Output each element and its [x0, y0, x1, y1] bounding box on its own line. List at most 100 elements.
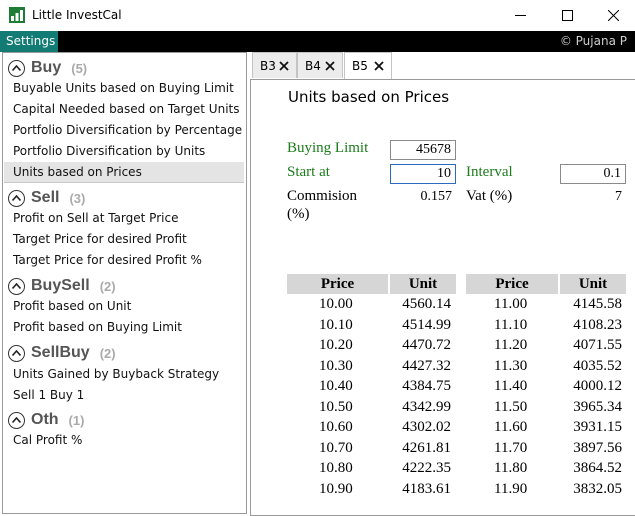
price-cell: 10.70 [319, 439, 353, 456]
settings-menu[interactable]: Settings [0, 31, 58, 52]
price-cell: 10.40 [319, 378, 353, 394]
vat-value: 7 [615, 189, 622, 204]
unit-cell: 4071.55 [573, 337, 622, 353]
price-cell: 11.90 [494, 480, 528, 497]
unit-cell: 4560.14 [402, 296, 451, 312]
unit-cell: 3864.52 [573, 460, 622, 476]
close-tab-icon[interactable] [279, 61, 289, 71]
collapse-icon [8, 189, 25, 207]
buying-limit-input[interactable] [390, 140, 456, 160]
section-header-buy[interactable]: Buy (5) [8, 57, 87, 79]
start-at-input[interactable] [390, 164, 456, 184]
sidebar-item-target-price-profit-percent[interactable]: Target Price for desired Profit % [4, 250, 244, 271]
unit-cell: 4108.23 [573, 316, 622, 333]
price-header-right: Price [466, 274, 558, 294]
maximize-button[interactable] [544, 0, 590, 31]
unit-header-left: Unit [390, 274, 456, 294]
section-count: (1) [68, 412, 85, 428]
price-cell: 10.30 [319, 357, 353, 374]
unit-cell: 4222.35 [402, 460, 451, 476]
sidebar-item-sell1-buy1[interactable]: Sell 1 Buy 1 [4, 385, 244, 406]
tab-label: B3 [260, 58, 276, 73]
sidebar-item-cal-profit-percent[interactable]: Cal Profit % [4, 430, 244, 451]
price-cell: 11.50 [494, 398, 528, 415]
unit-header-right: Unit [560, 274, 626, 294]
unit-cell: 4384.75 [402, 378, 451, 394]
unit-cell: 3832.05 [573, 480, 622, 497]
unit-cell: 4183.61 [402, 480, 451, 497]
price-cell: 11.00 [494, 296, 528, 312]
section-header-sell[interactable]: Sell (3) [8, 187, 85, 209]
price-cell: 11.20 [494, 337, 528, 353]
unit-cell: 3897.56 [573, 439, 622, 456]
price-header-left: Price [287, 274, 388, 294]
start-at-label: Start at [287, 164, 330, 180]
sidebar-item-profit-based-on-buying-limit[interactable]: Profit based on Buying Limit [4, 317, 244, 338]
tab-label: B5 [352, 59, 368, 73]
sidebar-item-diversification-percentage[interactable]: Portfolio Diversification by Percentage [4, 120, 244, 141]
price-cell: 11.10 [494, 316, 528, 333]
unit-cell: 4342.99 [402, 398, 451, 415]
unit-cell: 4035.52 [573, 357, 622, 374]
collapse-icon [8, 344, 25, 362]
unit-cell: 4000.12 [573, 378, 622, 394]
vat-label: Vat (%) [466, 188, 513, 204]
section-title: Buy [31, 59, 62, 76]
price-cell: 10.10 [319, 316, 353, 333]
close-window-button[interactable] [590, 0, 635, 31]
interval-label: Interval [466, 164, 513, 180]
tab-label: B4 [305, 58, 321, 73]
commission-value: 0.157 [420, 189, 453, 204]
price-cell: 10.60 [319, 419, 353, 435]
collapse-icon [8, 277, 25, 295]
tab-b4[interactable]: B4 [297, 52, 343, 78]
minimize-icon [514, 15, 526, 16]
tab-b3[interactable]: B3 [252, 52, 297, 78]
section-header-oth[interactable]: Oth (1) [8, 409, 84, 431]
price-cell: 11.30 [494, 357, 528, 374]
sidebar-item-buyable-units[interactable]: Buyable Units based on Buying Limit [4, 78, 244, 99]
price-cell: 10.00 [319, 296, 353, 312]
price-cell: 11.60 [494, 419, 528, 435]
maximize-icon [561, 10, 573, 21]
page-title: Units based on Prices [288, 88, 450, 106]
title-bar: Little InvestCal [0, 0, 635, 31]
section-header-sellbuy[interactable]: SellBuy (2) [8, 342, 116, 364]
unit-cell: 4470.72 [402, 337, 451, 353]
price-cell: 10.20 [319, 337, 353, 353]
sidebar-item-target-price-profit[interactable]: Target Price for desired Profit [4, 229, 244, 250]
close-tab-icon[interactable] [374, 61, 384, 71]
unit-cell: 4514.99 [402, 316, 451, 333]
sidebar-item-profit-on-sell[interactable]: Profit on Sell at Target Price [4, 208, 244, 229]
section-title: SellBuy [31, 344, 90, 361]
price-cell: 11.80 [494, 460, 528, 476]
sidebar-item-profit-based-on-unit[interactable]: Profit based on Unit [4, 296, 244, 317]
interval-input[interactable] [560, 164, 626, 184]
section-count: (3) [69, 190, 86, 206]
price-cell: 10.80 [319, 460, 353, 476]
tab-b5[interactable]: B5 [344, 52, 392, 79]
close-tab-icon[interactable] [325, 61, 335, 71]
section-title: BuySell [31, 277, 90, 294]
sidebar: Buy (5) Buyable Units based on Buying Li… [2, 52, 247, 514]
sidebar-item-diversification-units[interactable]: Portfolio Diversification by Units [4, 141, 244, 162]
main-panel: B3 B4 B5 Units based on Prices Buying Li… [250, 52, 635, 516]
section-count: (2) [99, 345, 116, 361]
minimize-button[interactable] [497, 0, 543, 31]
price-cell: 11.40 [494, 378, 528, 394]
price-cell: 10.90 [319, 480, 353, 497]
section-count: (2) [99, 278, 116, 294]
app-icon [9, 7, 25, 23]
tab-content: Units based on Prices Buying Limit Start… [250, 79, 635, 516]
sidebar-item-units-based-on-prices[interactable]: Units based on Prices [4, 162, 244, 183]
section-count: (5) [71, 60, 88, 76]
sidebar-item-capital-needed[interactable]: Capital Needed based on Target Units [4, 99, 244, 120]
copyright-label: © Pujana P [559, 34, 627, 48]
unit-cell: 4145.58 [573, 296, 622, 312]
sidebar-item-units-gained-buyback[interactable]: Units Gained by Buyback Strategy [4, 364, 244, 385]
section-title: Oth [31, 411, 59, 428]
commission-label: Commision [287, 188, 358, 204]
unit-cell: 4427.32 [402, 357, 451, 374]
price-cell: 11.70 [494, 439, 528, 456]
section-header-buysell[interactable]: BuySell (2) [8, 275, 116, 297]
